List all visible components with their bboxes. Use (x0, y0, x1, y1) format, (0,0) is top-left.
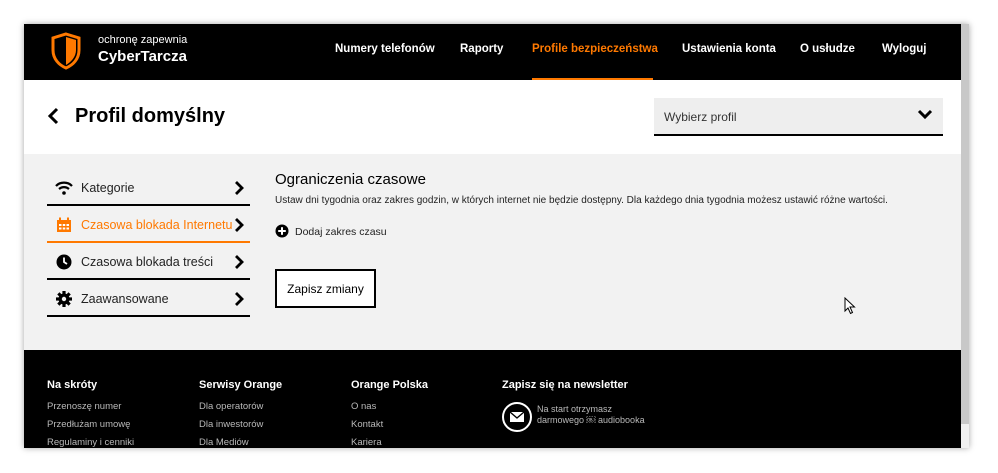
top-navigation: ochronę zapewnia CyberTarcza Numery tele… (24, 24, 969, 80)
footer-link[interactable]: Dla inwestorów (199, 419, 282, 437)
footer-link[interactable]: Dla Mediów (199, 437, 282, 448)
section-title: Ograniczenia czasowe (275, 171, 426, 188)
footer-link[interactable]: Regulaminy i cenniki (47, 437, 134, 448)
gear-icon (56, 291, 72, 307)
footer-link[interactable]: Kontakt (351, 419, 428, 437)
chevron-down-icon (917, 109, 933, 120)
newsletter-description: Na start otrzymasz darmowego ￼ audiobook… (537, 404, 645, 425)
chevron-right-icon (235, 181, 244, 195)
envelope-icon (509, 411, 525, 422)
footer-column-serwisy-orange: Serwisy Orange Dla operatorów Dla inwest… (199, 379, 282, 448)
sidebar-item-label: Czasowa blokada treści (81, 255, 214, 269)
nav-raporty[interactable]: Raporty (460, 43, 503, 55)
browser-viewport: ochronę zapewnia CyberTarcza Numery tele… (24, 24, 969, 448)
footer-heading: Zapisz się na newsletter (502, 379, 628, 391)
main-content: Kategorie Czasowa blokada Internetu Czas… (24, 154, 969, 350)
chevron-right-icon (235, 255, 244, 269)
sidebar-item-label: Zaawansowane (81, 292, 169, 306)
page-header: Profil domyślny Wybierz profil (24, 80, 969, 154)
shield-logo-icon[interactable] (51, 32, 81, 70)
back-chevron-icon[interactable] (46, 107, 60, 125)
clock-icon (56, 254, 72, 270)
nav-wyloguj[interactable]: Wyloguj (882, 43, 927, 55)
footer-link[interactable]: O nas (351, 401, 428, 419)
nav-numery-telefonow[interactable]: Numery telefonów (335, 43, 435, 55)
footer-link[interactable]: Przenoszę numer (47, 401, 134, 419)
sidebar-item-label: Czasowa blokada Internetu (81, 218, 233, 232)
sidebar-item-label: Kategorie (81, 181, 135, 195)
section-description: Ustaw dni tygodnia oraz zakres godzin, w… (275, 195, 888, 206)
wifi-icon (55, 181, 73, 195)
footer-column-newsletter: Zapisz się na newsletter (502, 379, 628, 401)
footer-heading: Orange Polska (351, 379, 429, 391)
page-footer: Na skróty Przenoszę numer Przedłużam umo… (24, 350, 969, 448)
plus-circle-icon (275, 224, 289, 238)
footer-link[interactable]: Kariera (351, 437, 428, 448)
brand-name: CyberTarcza (98, 48, 187, 65)
sidebar-item-czasowa-blokada-internetu[interactable]: Czasowa blokada Internetu (47, 206, 250, 243)
footer-column-na-skroty: Na skróty Przenoszę numer Przedłużam umo… (47, 379, 134, 448)
calendar-icon (57, 217, 71, 232)
sidebar-item-zaawansowane[interactable]: Zaawansowane (47, 280, 250, 317)
sidebar-item-czasowa-blokada-tresci[interactable]: Czasowa blokada treści (47, 243, 250, 280)
sidebar-item-kategorie[interactable]: Kategorie (47, 169, 250, 206)
add-time-range-label: Dodaj zakres czasu (295, 226, 387, 238)
nav-profile-bezpieczenstwa[interactable]: Profile bezpieczeństwa (532, 43, 658, 55)
chevron-right-icon (235, 292, 244, 306)
save-changes-button[interactable]: Zapisz zmiany (275, 269, 376, 308)
page-title: Profil domyślny (75, 105, 226, 127)
chevron-right-icon (235, 218, 244, 232)
profile-select-dropdown[interactable]: Wybierz profil (654, 98, 943, 136)
footer-column-orange-polska: Orange Polska O nas Kontakt Kariera (351, 379, 428, 448)
nav-o-usludze[interactable]: O usłudze (800, 43, 855, 55)
nav-ustawienia-konta[interactable]: Ustawienia konta (682, 43, 776, 55)
footer-heading: Na skróty (47, 379, 98, 391)
vertical-scrollbar[interactable] (961, 24, 969, 448)
footer-link[interactable]: Przedłużam umowę (47, 419, 134, 437)
footer-link[interactable]: Dla operatorów (199, 401, 282, 419)
profile-select-placeholder: Wybierz profil (664, 110, 737, 124)
mouse-cursor-icon (844, 297, 856, 315)
brand-tagline: ochronę zapewnia (98, 34, 188, 46)
footer-heading: Serwisy Orange (199, 379, 283, 391)
newsletter-envelope-icon[interactable] (502, 402, 532, 432)
scrollbar-thumb[interactable] (961, 24, 969, 424)
